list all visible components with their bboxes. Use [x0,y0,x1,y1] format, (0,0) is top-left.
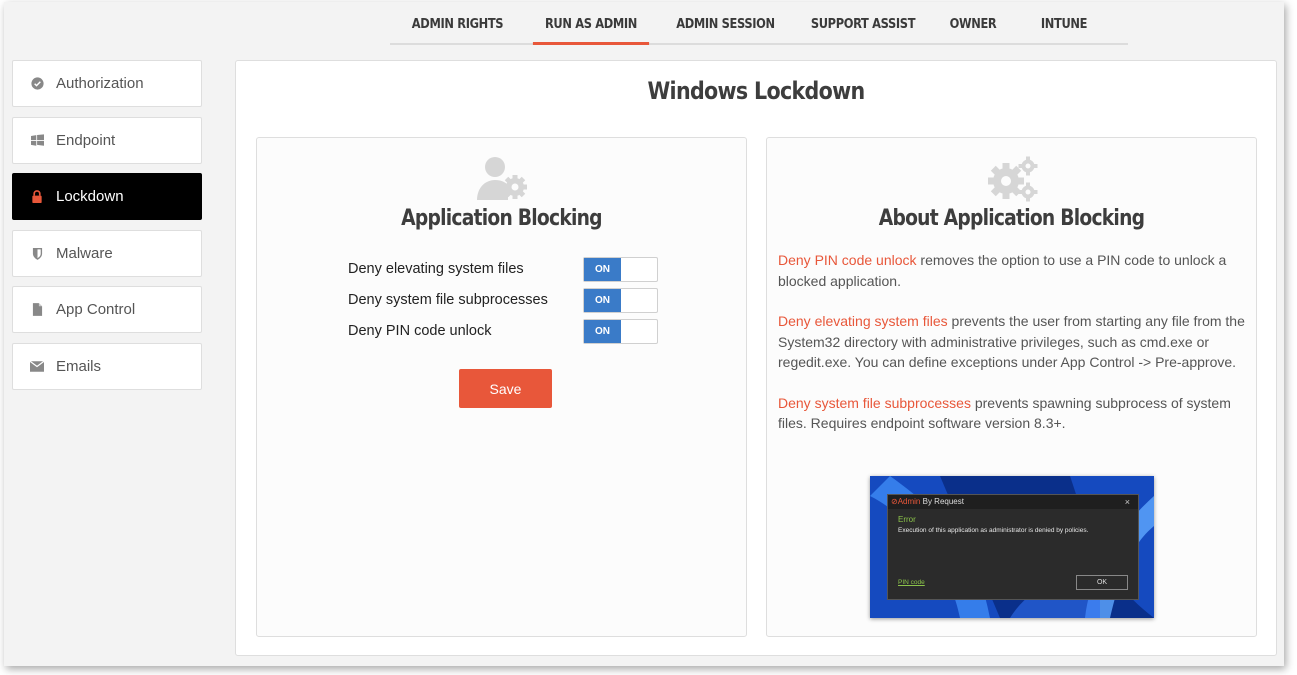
envelope-icon [30,359,44,373]
highlight-term: Deny system file subprocesses [778,394,971,411]
sidebar-item-label: Malware [56,244,113,262]
sidebar-item-label: Lockdown [56,188,124,205]
toggle-row-deny-pin: Deny PIN code unlock ON [348,318,658,344]
dialog-body: Error Execution of this application as a… [888,509,1138,539]
deny-elevating-toggle[interactable]: ON [583,256,658,282]
card-title: About Application Blocking [878,206,1145,231]
highlight-term: Deny elevating system files [778,313,948,329]
dialog-title-bar: ⊘Admin By Request × [888,495,1138,509]
sidebar-item-label: Emails [56,357,102,375]
tab-support-assist[interactable]: SUPPORT ASSIST [802,2,923,45]
brand-suffix: By Request [920,497,964,506]
about-paragraph: Deny PIN code unlock removes the option … [778,250,1250,291]
toggle-label: Deny elevating system files [348,261,524,277]
tab-intune[interactable]: INTUNE [1020,2,1108,45]
toggle-state: ON [584,319,621,343]
about-description: Deny PIN code unlock removes the option … [778,250,1250,454]
sidebar-item-authorization[interactable]: Authorization [12,60,202,107]
toggle-label: Deny system file subprocesses [348,292,548,308]
about-paragraph: Deny elevating system files prevents the… [778,311,1250,373]
main-panel: Windows Lockdown Application Blocking De… [235,60,1277,656]
tab-admin-session[interactable]: ADMIN SESSION [665,2,786,45]
card-title: Application Blocking [401,206,602,231]
sidebar-item-lockdown[interactable]: Lockdown [12,173,202,220]
error-dialog: ⊘Admin By Request × Error Execution of t… [887,494,1139,600]
app-window: ADMIN RIGHTS RUN AS ADMIN ADMIN SESSION … [4,2,1284,666]
sidebar-item-malware[interactable]: Malware [12,229,202,277]
deny-pin-toggle[interactable]: ON [583,318,658,344]
shield-icon [30,246,44,260]
save-button[interactable]: Save [459,369,552,408]
sidebar-item-app-control[interactable]: App Control [12,286,202,333]
close-icon: × [1124,497,1130,507]
page-title: Windows Lockdown [647,77,865,105]
user-gear-icon [471,154,533,209]
toggle-state: ON [584,257,621,281]
brand-logo-icon: ⊘ [891,497,898,506]
about-paragraph: Deny system file subprocesses prevents s… [778,393,1250,434]
toggle-row-deny-subprocesses: Deny system file subprocesses ON [348,287,658,313]
toggle-row-deny-elevating: Deny elevating system files ON [348,256,658,282]
brand-prefix: Admin [897,497,921,506]
sidebar-item-endpoint[interactable]: Endpoint [12,116,202,164]
about-card: About Application Blocking Deny PIN code… [766,137,1257,637]
sidebar: Authorization Endpoint Lockdown Malware … [12,60,202,399]
toggle-state: ON [584,288,621,312]
application-blocking-card: Application Blocking Deny elevating syst… [256,137,747,637]
sidebar-item-label: Authorization [56,75,144,92]
tab-owner[interactable]: OWNER [937,2,1009,45]
highlight-term: Deny PIN code unlock [778,252,917,268]
error-dialog-screenshot: ⊘Admin By Request × Error Execution of t… [870,476,1154,618]
top-tab-bar: ADMIN RIGHTS RUN AS ADMIN ADMIN SESSION … [390,2,1128,45]
toggle-label: Deny PIN code unlock [348,323,492,339]
sidebar-item-label: Endpoint [56,131,116,149]
sidebar-item-label: App Control [56,301,136,318]
lock-icon [30,190,44,204]
dialog-ok-button: OK [1076,575,1128,590]
file-icon [30,303,44,317]
sidebar-item-emails[interactable]: Emails [12,342,202,390]
dialog-message: Execution of this application as adminis… [898,527,1089,534]
tab-admin-rights[interactable]: ADMIN RIGHTS [398,2,517,45]
check-circle-icon [30,77,44,91]
gears-icon [981,154,1043,209]
windows-icon [30,133,44,147]
deny-subprocesses-toggle[interactable]: ON [583,287,658,313]
dialog-pin-link: PIN code [898,579,925,586]
tab-run-as-admin[interactable]: RUN AS ADMIN [532,2,650,45]
dialog-error-title: Error [898,515,916,524]
